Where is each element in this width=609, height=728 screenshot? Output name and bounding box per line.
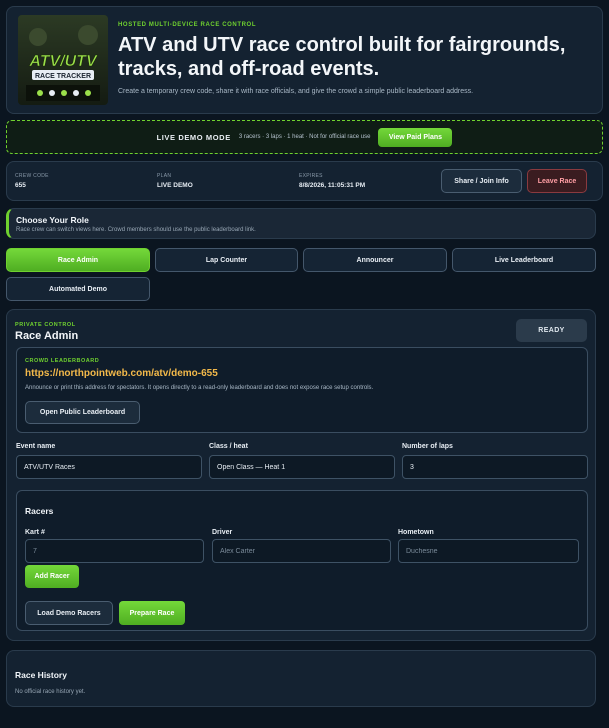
race-admin-title: Race Admin (15, 330, 79, 342)
hometown-label: Hometown (398, 529, 434, 536)
event-name-field[interactable] (16, 455, 202, 479)
page-title: ATV and UTV race control built for fairg… (118, 34, 566, 80)
session-info-bar: CREW CODE 655 PLAN LIVE DEMO EXPIRES 8/8… (6, 161, 603, 201)
demo-mode-banner: LIVE DEMO MODE 3 racers · 3 laps · 1 hea… (6, 120, 603, 154)
demo-mode-label: LIVE DEMO MODE (156, 132, 231, 142)
tab-lap-counter[interactable]: Lap Counter (155, 248, 298, 272)
plan-value: LIVE DEMO (157, 182, 193, 189)
open-public-leaderboard-button[interactable]: Open Public Leaderboard (25, 401, 140, 424)
class-heat-field[interactable] (209, 455, 395, 479)
crowd-leaderboard-label: CROWD LEADERBOARD (25, 358, 100, 364)
race-tracker-logo: ATV/UTV RACE TRACKER (18, 15, 108, 105)
share-join-info-button[interactable]: Share / Join Info (441, 169, 522, 193)
load-demo-racers-button[interactable]: Load Demo Racers (25, 601, 113, 625)
racers-title: Racers (25, 506, 54, 516)
demo-mode-info: 3 racers · 3 laps · 1 heat · Not for off… (238, 134, 371, 140)
app-header: ATV/UTV RACE TRACKER HOSTED MULTI-DEVICE… (6, 6, 603, 114)
driver-input[interactable] (212, 539, 391, 563)
add-racer-button[interactable]: Add Racer (25, 565, 79, 588)
crew-code-label: CREW CODE (15, 173, 49, 179)
tab-live-leaderboard[interactable]: Live Leaderboard (452, 248, 596, 272)
kart-number-label: Kart # (25, 529, 45, 536)
expires-label: EXPIRES (299, 173, 323, 179)
number-of-laps-label: Number of laps (402, 443, 453, 450)
header-eyebrow: HOSTED MULTI-DEVICE RACE CONTROL (118, 22, 257, 28)
role-title: Choose Your Role (16, 215, 89, 225)
status-badge: READY (516, 319, 587, 342)
race-history-panel: Race History No official race history ye… (6, 650, 596, 707)
driver-label: Driver (212, 529, 233, 536)
tab-automated-demo[interactable]: Automated Demo (6, 277, 150, 301)
kart-number-input[interactable] (25, 539, 204, 563)
hometown-input[interactable] (398, 539, 579, 563)
number-of-laps-field[interactable] (402, 455, 588, 479)
race-admin-panel: PRIVATE CONTROL Race Admin READY CROWD L… (6, 309, 596, 641)
crowd-leaderboard-description: Announce or print this address for spect… (25, 385, 374, 391)
tab-announcer[interactable]: Announcer (303, 248, 447, 272)
prepare-race-button[interactable]: Prepare Race (119, 601, 185, 625)
class-heat-label: Class / heat (209, 443, 248, 450)
role-subtitle: Race crew can switch views here. Crowd m… (16, 227, 256, 233)
leave-race-button[interactable]: Leave Race (527, 169, 587, 193)
event-name-label: Event name (16, 443, 56, 450)
role-chooser: Choose Your Role Race crew can switch vi… (6, 208, 596, 239)
race-history-empty: No official race history yet. (15, 689, 86, 695)
plan-label: PLAN (157, 173, 172, 179)
crew-code-value: 655 (15, 182, 26, 189)
race-history-title: Race History (15, 670, 67, 680)
crowd-leaderboard-url[interactable]: https://northpointweb.com/atv/demo-655 (25, 368, 218, 379)
racers-card: Racers Kart # Driver Hometown Add Racer … (16, 490, 588, 631)
expires-value: 8/8/2026, 11:05:31 PM (299, 182, 366, 189)
header-subtitle: Create a temporary crew code, share it w… (118, 88, 474, 95)
crowd-leaderboard-card: CROWD LEADERBOARD https://northpointweb.… (16, 347, 588, 433)
svg-text:RACE TRACKER: RACE TRACKER (35, 73, 91, 80)
private-control-label: PRIVATE CONTROL (15, 322, 76, 328)
tab-race-admin[interactable]: Race Admin (6, 248, 150, 272)
view-paid-plans-button[interactable]: View Paid Plans (378, 127, 453, 147)
svg-text:ATV/UTV: ATV/UTV (28, 53, 98, 70)
